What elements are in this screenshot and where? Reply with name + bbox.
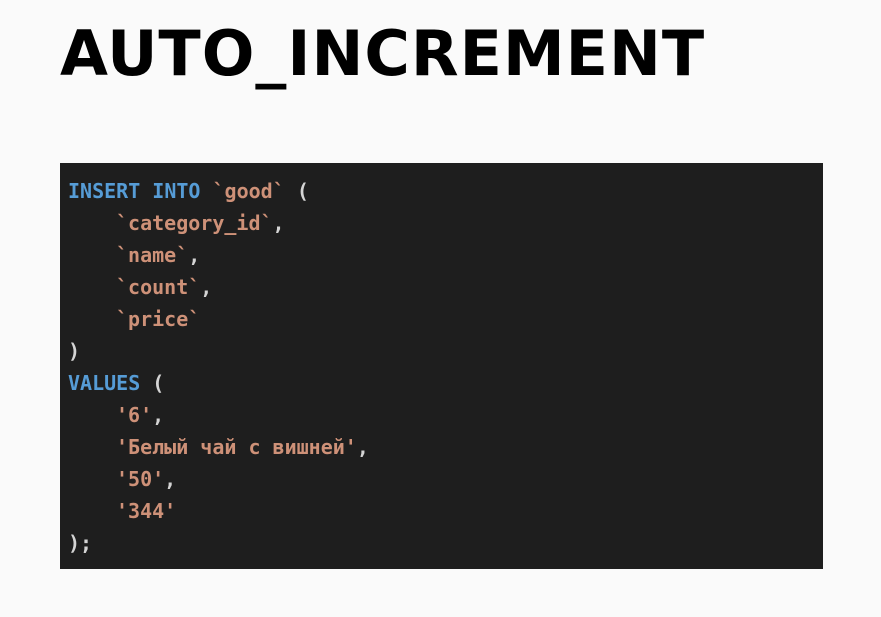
value-literal: 'Белый чай с вишней' xyxy=(116,435,357,459)
keyword-insert: INSERT xyxy=(68,179,141,203)
column-name: `category_id` xyxy=(116,211,273,235)
code-line-column: `count`, xyxy=(68,271,823,303)
code-block: INSERT INTO `good` ( `category_id`, `nam… xyxy=(60,163,823,569)
comma: , xyxy=(272,211,285,235)
open-paren: ( xyxy=(296,179,309,203)
column-name: `name` xyxy=(116,243,189,267)
code-line-column: `category_id`, xyxy=(68,207,823,239)
statement-end: ); xyxy=(68,531,93,555)
slide: AUTO_INCREMENT INSERT INTO `good` ( `cat… xyxy=(0,0,881,617)
code-line-value: '344' xyxy=(68,495,823,527)
comma: , xyxy=(188,243,201,267)
comma: , xyxy=(152,403,165,427)
code-line-insert: INSERT INTO `good` ( xyxy=(68,175,823,207)
code-line-value: '50', xyxy=(68,463,823,495)
code-line-value: 'Белый чай с вишней', xyxy=(68,431,823,463)
code-line-values: VALUES ( xyxy=(68,367,823,399)
keyword-values: VALUES xyxy=(68,371,141,395)
code-line-column: `price` xyxy=(68,303,823,335)
value-literal: '344' xyxy=(116,499,177,523)
value-literal: '6' xyxy=(116,403,153,427)
open-paren: ( xyxy=(152,371,165,395)
page-title: AUTO_INCREMENT xyxy=(60,17,706,90)
comma: , xyxy=(200,275,213,299)
code-line-value: '6', xyxy=(68,399,823,431)
column-name: `price` xyxy=(116,307,201,331)
close-paren: ) xyxy=(68,339,81,363)
comma: , xyxy=(356,435,369,459)
code-line-close: ) xyxy=(68,335,823,367)
column-name: `count` xyxy=(116,275,201,299)
value-literal: '50' xyxy=(116,467,165,491)
keyword-into: INTO xyxy=(152,179,201,203)
table-name: `good` xyxy=(212,179,285,203)
comma: , xyxy=(164,467,177,491)
code-line-end: ); xyxy=(68,527,823,559)
code-line-column: `name`, xyxy=(68,239,823,271)
